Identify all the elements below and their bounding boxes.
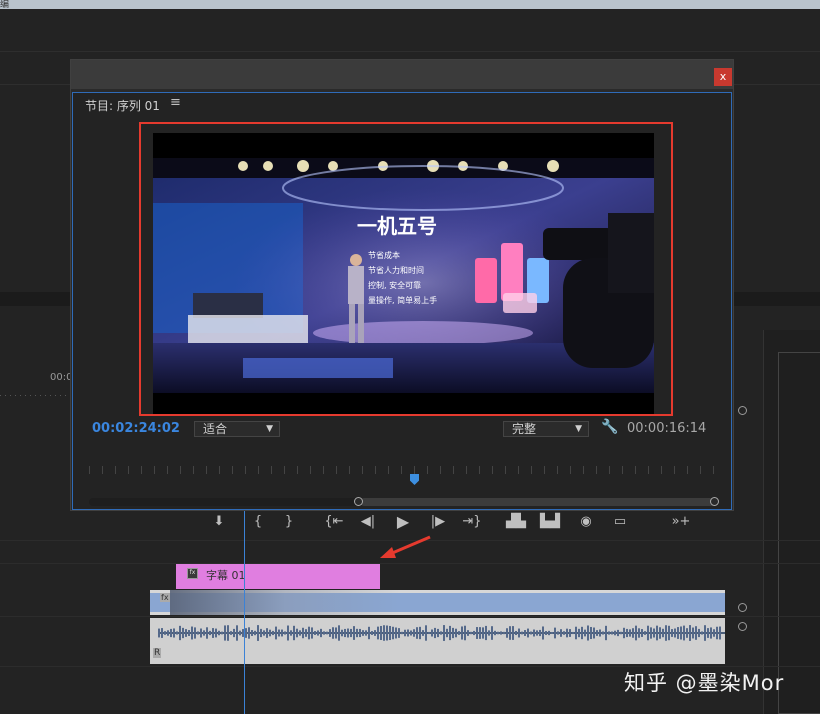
blurred-label [170,590,400,615]
timeline-playhead[interactable] [244,511,245,714]
duration: 00:00:16:14 [627,421,707,436]
step-forward-button[interactable]: |▶ [428,512,448,532]
step-back-button[interactable]: ◀| [358,512,378,532]
fit-select-value: 适合 [203,422,228,436]
window-titlebar[interactable] [71,60,733,89]
audio-waveform [158,625,725,641]
fit-select[interactable]: 适合 ▼ [194,421,280,437]
timeline-ruler[interactable] [0,395,70,396]
playhead-marker[interactable] [410,474,419,485]
add-marker-button[interactable]: ⬇ [209,512,229,532]
app-label: 编 [0,0,10,10]
play-button[interactable]: ▶ [393,512,413,532]
audio-clip[interactable]: R [150,618,725,664]
mark-out-button[interactable]: } [279,512,299,532]
adjustment-clip[interactable]: fx 字幕 01 [176,564,380,589]
mark-in-button[interactable]: { [248,512,268,532]
clip-label: 字幕 01 [206,569,246,582]
quality-select[interactable]: 完整 ▼ [503,421,589,437]
video-clip[interactable]: fx [150,590,725,615]
panel-title: 节目: 序列 01 [85,99,160,113]
current-time[interactable]: 00:02:24:02 [92,421,180,436]
close-button[interactable]: x [714,68,732,86]
zoom-handle-right[interactable] [710,497,719,506]
chevron-down-icon: ▼ [575,424,582,434]
divider [0,51,820,52]
watermark: 知乎 @墨染Mor [624,671,785,695]
highlight-box [139,122,673,416]
safe-margins-button[interactable]: ▭ [610,512,630,532]
go-to-out-button[interactable]: ⇥} [462,512,482,532]
quality-select-value: 完整 [512,422,537,436]
audio-meter [778,352,820,714]
panel-menu-icon[interactable]: ≡ [170,95,181,110]
chevron-down-icon: ▼ [266,424,273,434]
time-ruler[interactable] [89,466,716,474]
zoom-handle-left[interactable] [354,497,363,506]
program-monitor-panel: 节目: 序列 01 ≡ 一机五号 节省成本 节省人力和时间 控制, 安全可靠 量… [72,92,732,531]
program-monitor-window: x 节目: 序列 01 ≡ 一机五号 节省成本 节省人力和时间 控制, 安全可靠… [70,59,734,531]
scroll-handle[interactable] [738,406,747,415]
lift-button[interactable]: ▟▙ [506,512,526,532]
fx-badge: fx [187,568,198,579]
go-to-in-button[interactable]: {⇤ [324,512,344,532]
button-editor-button[interactable]: »+ [671,512,691,532]
zoom-scrollbar-thumb[interactable] [360,498,716,506]
extract-button[interactable]: ▙▟ [540,512,560,532]
title-bar: 编 [0,0,820,10]
track-divider [0,563,820,564]
track-divider [0,616,820,617]
red-arrow [380,535,431,558]
export-frame-button[interactable]: ◉ [576,512,596,532]
audio-marker: R [153,648,162,658]
settings-wrench-icon[interactable]: 🔧 [601,419,618,435]
track-handle[interactable] [738,622,747,631]
track-handle[interactable] [738,603,747,612]
fx-badge: fx [160,593,170,602]
